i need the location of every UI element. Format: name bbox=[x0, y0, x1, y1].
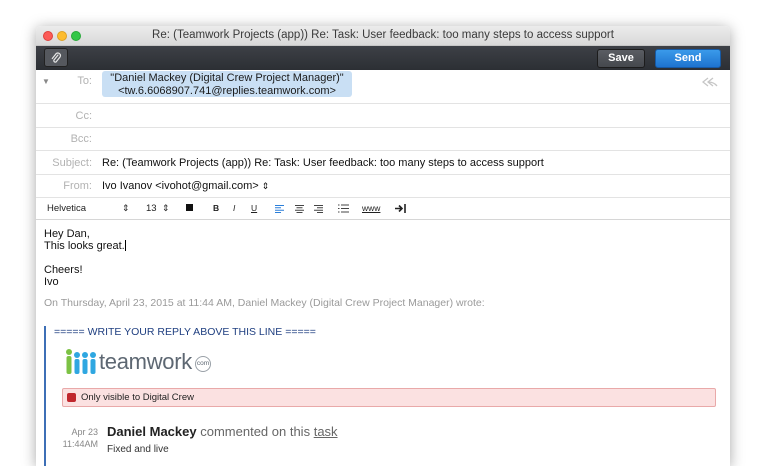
subject-field[interactable]: Re: (Teamwork Projects (app)) Re: Task: … bbox=[102, 157, 544, 169]
from-value: Ivo Ivanov <ivohot@gmail.com> bbox=[102, 180, 259, 192]
quote-attribution: On Thursday, April 23, 2015 at 11:44 AM,… bbox=[44, 297, 485, 309]
text-cursor bbox=[124, 240, 126, 251]
comment-action: commented on this bbox=[200, 424, 311, 439]
reply-all-icon[interactable] bbox=[702, 77, 718, 87]
align-left-icon[interactable] bbox=[275, 205, 284, 213]
signoff-text: Cheers! bbox=[44, 264, 83, 276]
font-family-arrows-icon[interactable]: ⇕ bbox=[122, 203, 130, 214]
bullet-list-icon[interactable] bbox=[338, 204, 349, 213]
cc-row[interactable]: Cc: bbox=[36, 104, 730, 128]
compose-window: Re: (Teamwork Projects (app)) Re: Task: … bbox=[36, 26, 730, 466]
comment-author: Daniel Mackey bbox=[107, 424, 197, 439]
send-button[interactable]: Send bbox=[655, 49, 721, 68]
window-title: Re: (Teamwork Projects (app)) Re: Task: … bbox=[152, 29, 614, 41]
insert-link-button[interactable]: www bbox=[362, 203, 380, 213]
reply-marker: ===== WRITE YOUR REPLY ABOVE THIS LINE =… bbox=[54, 326, 316, 338]
font-family-select[interactable]: Helvetica bbox=[47, 203, 86, 214]
task-link[interactable]: task bbox=[314, 424, 338, 439]
indent-icon[interactable] bbox=[395, 204, 407, 213]
font-size-arrows-icon[interactable]: ⇕ bbox=[162, 203, 170, 214]
bcc-row[interactable]: Bcc: bbox=[36, 128, 730, 151]
body-line: This looks great. bbox=[44, 240, 126, 252]
recipient-token[interactable]: "Daniel Mackey (Digital Crew Project Man… bbox=[102, 71, 352, 97]
bcc-label: Bcc: bbox=[70, 133, 92, 145]
teamwork-people-icon bbox=[66, 349, 96, 374]
collapse-triangle-icon[interactable]: ▼ bbox=[42, 77, 50, 86]
teamwork-com-badge: com bbox=[195, 356, 211, 372]
save-button[interactable]: Save bbox=[597, 49, 645, 68]
comment-date: Apr 23 bbox=[71, 427, 98, 437]
signature-text: Ivo bbox=[44, 276, 59, 288]
format-bar: Helvetica ⇕ 13 ⇕ B I U www bbox=[36, 198, 730, 220]
visibility-notice: Only visible to Digital Crew bbox=[62, 388, 716, 407]
from-select[interactable]: Ivo Ivanov <ivohot@gmail.com> ⇕ bbox=[102, 180, 269, 192]
subject-row: Subject: Re: (Teamwork Projects (app)) R… bbox=[36, 151, 730, 175]
bold-button[interactable]: B bbox=[213, 203, 219, 213]
text-color-swatch[interactable] bbox=[186, 204, 193, 211]
font-size-select[interactable]: 13 bbox=[146, 203, 157, 214]
quoted-message: ===== WRITE YOUR REPLY ABOVE THIS LINE =… bbox=[44, 326, 730, 466]
recipient-name: "Daniel Mackey (Digital Crew Project Man… bbox=[110, 72, 344, 84]
recipient-address: <tw.6.6068907.741@replies.teamwork.com> bbox=[118, 84, 336, 97]
title-bar: Re: (Teamwork Projects (app)) Re: Task: … bbox=[36, 26, 730, 46]
toolbar: Save Send bbox=[36, 46, 730, 70]
visibility-notice-text: Only visible to Digital Crew bbox=[81, 392, 194, 403]
to-row: ▼ To: "Daniel Mackey (Digital Crew Proje… bbox=[36, 69, 730, 104]
body-text: This looks great. bbox=[44, 240, 125, 252]
comment-body: Fixed and live bbox=[107, 444, 169, 455]
select-arrows-icon: ⇕ bbox=[261, 181, 270, 191]
comment-time: 11:44AM bbox=[62, 439, 98, 449]
italic-button[interactable]: I bbox=[233, 203, 235, 213]
comment-heading: Daniel Mackey commented on this task bbox=[107, 424, 338, 439]
align-right-icon[interactable] bbox=[314, 205, 323, 213]
to-label: To: bbox=[77, 75, 92, 87]
subject-label: Subject: bbox=[52, 157, 92, 169]
paperclip-icon bbox=[51, 51, 61, 63]
attach-button[interactable] bbox=[44, 48, 68, 67]
message-body[interactable]: Hey Dan, This looks great. Cheers! Ivo O… bbox=[36, 222, 730, 466]
from-label: From: bbox=[63, 180, 92, 192]
lock-icon bbox=[67, 393, 76, 402]
underline-button[interactable]: U bbox=[251, 203, 257, 213]
greeting-text: Hey Dan, bbox=[44, 228, 90, 240]
teamwork-wordmark: teamwork bbox=[99, 349, 192, 374]
cc-label: Cc: bbox=[75, 110, 93, 122]
comment-timestamp: Apr 23 11:44AM bbox=[62, 426, 98, 450]
align-center-icon[interactable] bbox=[295, 205, 304, 213]
from-row: From: Ivo Ivanov <ivohot@gmail.com> ⇕ bbox=[36, 175, 730, 198]
